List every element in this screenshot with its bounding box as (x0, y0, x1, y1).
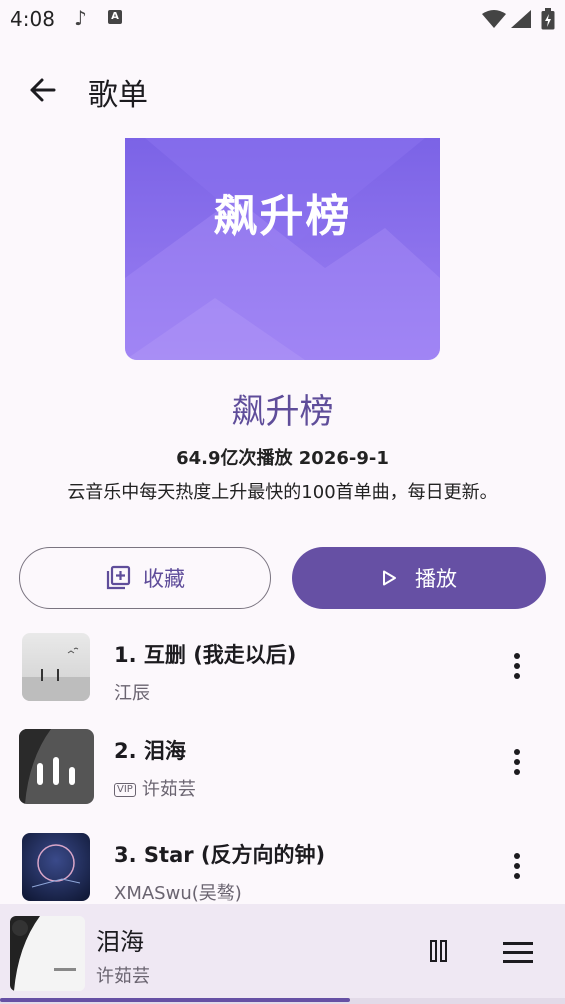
song-artist: XMASwu(吴骜) (114, 883, 242, 904)
play-all-button[interactable]: 播放 (292, 547, 546, 609)
vip-badge: VIP (114, 783, 136, 797)
queue-menu-icon[interactable] (503, 942, 533, 964)
now-playing-bar[interactable]: 泪海 许茹芸 (0, 904, 565, 1004)
play-label: 播放 (415, 567, 457, 591)
wifi-icon (482, 10, 506, 28)
favorite-button[interactable]: 收藏 (19, 547, 271, 609)
more-options-icon[interactable] (505, 653, 529, 683)
song-row-playing[interactable]: 2. 泪海 VIP 许茹芸 (0, 729, 565, 819)
play-icon (383, 570, 396, 586)
arrow-left-icon[interactable] (24, 72, 64, 108)
library-add-icon (106, 565, 131, 590)
playlist-description: 云音乐中每天热度上升最快的100首单曲，每日更新。 (67, 482, 498, 503)
now-playing-thumbnail (10, 916, 85, 991)
now-playing-artist: 许茹芸 (96, 966, 150, 987)
cover-pattern (125, 138, 440, 360)
song-title: 1. 互删 (我走以后) (114, 643, 297, 667)
battery-icon (541, 8, 555, 30)
page-title: 歌单 (88, 78, 148, 113)
song-title: 3. Star (反方向的钟) (114, 843, 326, 867)
favorite-label: 收藏 (143, 567, 185, 591)
song-thumbnail (19, 729, 94, 804)
more-options-icon[interactable] (505, 749, 529, 779)
song-thumbnail (22, 833, 90, 901)
song-title: 2. 泪海 (114, 739, 186, 763)
now-playing-title: 泪海 (96, 928, 144, 956)
playback-progress-bar[interactable] (0, 998, 565, 1004)
more-options-icon[interactable] (505, 853, 529, 883)
song-artist: VIP 许茹芸 (114, 775, 196, 801)
music-note-icon: ♪ (74, 6, 87, 30)
pause-icon[interactable] (430, 940, 454, 966)
cover-text: 飙升榜 (213, 191, 352, 242)
playback-progress-fill (0, 998, 351, 1002)
song-thumbnail (22, 633, 90, 701)
a-icon: A (108, 10, 122, 24)
status-bar: 4:08 ♪ A (0, 0, 565, 38)
playlist-name: 飙升榜 (231, 392, 334, 432)
playlist-meta: 64.9亿次播放 2026-9-1 (176, 448, 389, 469)
cell-signal-icon (511, 10, 531, 28)
song-row[interactable]: 1. 互删 (我走以后) 江辰 (0, 633, 565, 723)
status-time: 4:08 (10, 7, 55, 31)
playlist-cover: 飙升榜 (125, 138, 440, 360)
song-artist: 江辰 (114, 683, 150, 704)
app-bar: 歌单 (0, 52, 565, 128)
